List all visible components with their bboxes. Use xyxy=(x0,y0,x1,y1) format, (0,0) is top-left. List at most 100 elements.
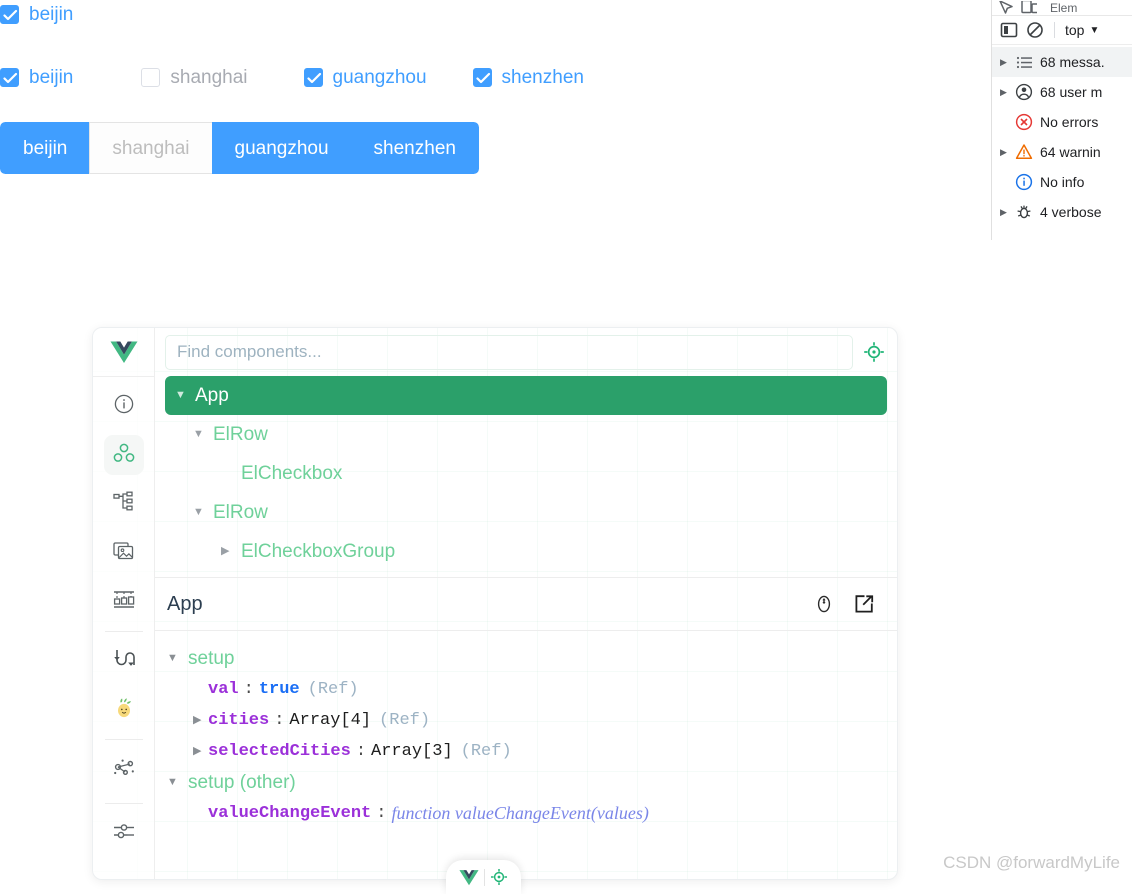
console-sidebar-item-label: No errors xyxy=(1040,114,1099,130)
clear-console-icon[interactable] xyxy=(1026,21,1044,39)
tree-node-elcheckbox[interactable]: ▶ ElCheckbox xyxy=(165,454,887,493)
checkbox-check-all[interactable]: beijin xyxy=(0,3,74,25)
assets-icon xyxy=(112,540,136,567)
rail-divider xyxy=(104,631,143,632)
tree-node-elrow-2[interactable]: ▼ ElRow xyxy=(165,493,887,532)
inspect-element-icon[interactable] xyxy=(998,1,1014,15)
check-mark-icon xyxy=(3,72,18,83)
scroll-to-component-icon[interactable] xyxy=(813,593,835,615)
device-toolbar-icon[interactable] xyxy=(1021,1,1037,15)
rail-item-timeline[interactable] xyxy=(104,582,144,622)
checkbox-box[interactable] xyxy=(303,67,323,87)
expand-caret-icon[interactable]: ▶ xyxy=(1000,207,1012,217)
console-sidebar-list: ▶ 68 messa. ▶ 68 user m No errors ▶ 64 w… xyxy=(992,45,1132,227)
info-circle-icon xyxy=(113,393,135,420)
state-key: valueChangeEvent xyxy=(208,804,372,823)
chevron-right-icon[interactable]: ▶ xyxy=(221,546,237,557)
expand-caret-icon[interactable]: ▶ xyxy=(1000,147,1012,157)
rail-item-assets[interactable] xyxy=(104,533,144,573)
checkbox-button-guangzhou[interactable]: guangzhou xyxy=(211,122,351,174)
state-group-setup-other[interactable]: ▼ setup (other) xyxy=(167,767,897,798)
tree-node-app[interactable]: ▼ App xyxy=(165,376,887,415)
checkbox-shanghai[interactable]: shanghai xyxy=(141,67,248,87)
tree-node-elrow-1[interactable]: ▼ ElRow xyxy=(165,415,887,454)
tree-node-elcheckboxgroup[interactable]: ▶ ElCheckboxGroup xyxy=(165,532,887,571)
console-toolbar: top ▼ xyxy=(992,16,1132,45)
chevron-down-icon[interactable]: ▼ xyxy=(167,653,182,664)
console-sidebar-item-verbose[interactable]: ▶ 4 verbose xyxy=(992,197,1132,227)
state-entry-selectedcities[interactable]: ▶ selectedCities : Array[3] (Ref) xyxy=(167,736,897,767)
console-sidebar-item-warnings[interactable]: ▶ 64 warnin xyxy=(992,137,1132,167)
console-sidebar-item-errors[interactable]: ▶ No errors xyxy=(992,107,1132,137)
checkbox-label: beijin xyxy=(29,3,74,25)
state-value-tag: (Ref) xyxy=(307,680,359,699)
timeline-icon xyxy=(112,589,136,616)
expand-caret-icon[interactable]: ▶ xyxy=(1000,57,1012,67)
checkbox-box[interactable] xyxy=(0,67,19,87)
devtools-tab-elements[interactable]: Elem xyxy=(1050,1,1077,15)
console-sidebar-item-user-messages[interactable]: ▶ 68 user m xyxy=(992,77,1132,107)
rail-item-graph[interactable] xyxy=(104,749,144,789)
check-mark-icon xyxy=(3,9,18,20)
checkbox-button-group-row: beijin shanghai guangzhou shenzhen xyxy=(0,122,479,174)
state-value-tag: (Ref) xyxy=(379,711,431,730)
checkbox-label: shenzhen xyxy=(501,66,584,88)
checkbox-beijin[interactable]: beijin xyxy=(0,66,74,88)
chevron-right-icon[interactable]: ▶ xyxy=(193,746,208,757)
rail-item-component-tree[interactable] xyxy=(104,484,144,524)
vue-logo-icon xyxy=(93,328,154,377)
rail-item-settings[interactable] xyxy=(104,813,144,853)
state-separator: : xyxy=(243,680,254,699)
state-entry-cities[interactable]: ▶ cities : Array[4] (Ref) xyxy=(167,705,897,736)
checkbox-guangzhou[interactable]: guangzhou xyxy=(303,67,427,87)
state-entry-valuechangeevent[interactable]: ▶ valueChangeEvent : function valueChang… xyxy=(167,798,897,829)
checkbox-label: beijin xyxy=(29,66,74,88)
console-sidebar-item-label: 68 messa. xyxy=(1040,54,1105,70)
rail-divider xyxy=(104,739,143,740)
expand-caret-icon[interactable]: ▶ xyxy=(1000,87,1012,97)
checkbox-box[interactable] xyxy=(141,67,161,87)
chevron-down-icon[interactable]: ▼ xyxy=(193,507,209,518)
state-group-label: setup (other) xyxy=(188,771,296,793)
checkbox-box[interactable] xyxy=(472,67,492,87)
checkbox-box[interactable] xyxy=(0,4,19,24)
open-in-editor-icon[interactable] xyxy=(853,593,875,615)
inspected-component-name: App xyxy=(167,592,203,615)
user-icon xyxy=(1012,83,1036,101)
inspector-header: App xyxy=(155,578,897,631)
watermark: CSDN @forwardMyLife xyxy=(943,853,1120,872)
chevron-right-icon[interactable]: ▶ xyxy=(193,715,208,726)
inspect-target-icon[interactable] xyxy=(490,868,508,886)
tree-node-label: App xyxy=(195,384,229,406)
console-context-value: top xyxy=(1065,22,1085,38)
chrome-devtools-panel: Elem top ▼ ▶ 68 messa. ▶ 68 user m No er… xyxy=(991,0,1132,240)
state-group-setup[interactable]: ▼ setup xyxy=(167,643,897,674)
state-key: cities xyxy=(208,711,270,730)
chevron-down-icon[interactable]: ▼ xyxy=(175,390,191,401)
toggle-sidebar-icon[interactable] xyxy=(1000,21,1018,39)
tree-node-label: ElRow xyxy=(213,423,268,445)
console-sidebar-item-messages[interactable]: ▶ 68 messa. xyxy=(992,47,1132,77)
rail-item-pinia[interactable] xyxy=(104,690,144,730)
checkbox-shenzhen[interactable]: shenzhen xyxy=(472,66,584,88)
checkbox-button-shenzhen[interactable]: shenzhen xyxy=(350,122,479,174)
checkbox-button-shanghai[interactable]: shanghai xyxy=(89,122,212,174)
console-context-selector[interactable]: top ▼ xyxy=(1065,22,1099,38)
search-input[interactable] xyxy=(165,334,853,370)
warning-icon xyxy=(1012,143,1036,161)
vue-devtools-floating-pill xyxy=(446,860,521,894)
chevron-down-icon[interactable]: ▼ xyxy=(167,777,182,788)
rail-item-routes[interactable] xyxy=(104,641,144,681)
rail-item-info[interactable] xyxy=(104,386,144,426)
components-icon xyxy=(112,442,136,469)
routes-icon xyxy=(112,648,136,675)
chevron-down-icon[interactable]: ▼ xyxy=(193,429,209,440)
checkbox-button-beijin[interactable]: beijin xyxy=(0,122,90,174)
rail-item-components[interactable] xyxy=(103,435,144,475)
state-key: val xyxy=(208,680,239,699)
state-entry-val[interactable]: ▶ val : true (Ref) xyxy=(167,674,897,705)
console-sidebar-item-info[interactable]: ▶ No info xyxy=(992,167,1132,197)
state-value: true xyxy=(258,680,300,699)
tree-node-label: ElCheckboxGroup xyxy=(241,540,396,562)
inspect-target-icon[interactable] xyxy=(863,341,885,363)
